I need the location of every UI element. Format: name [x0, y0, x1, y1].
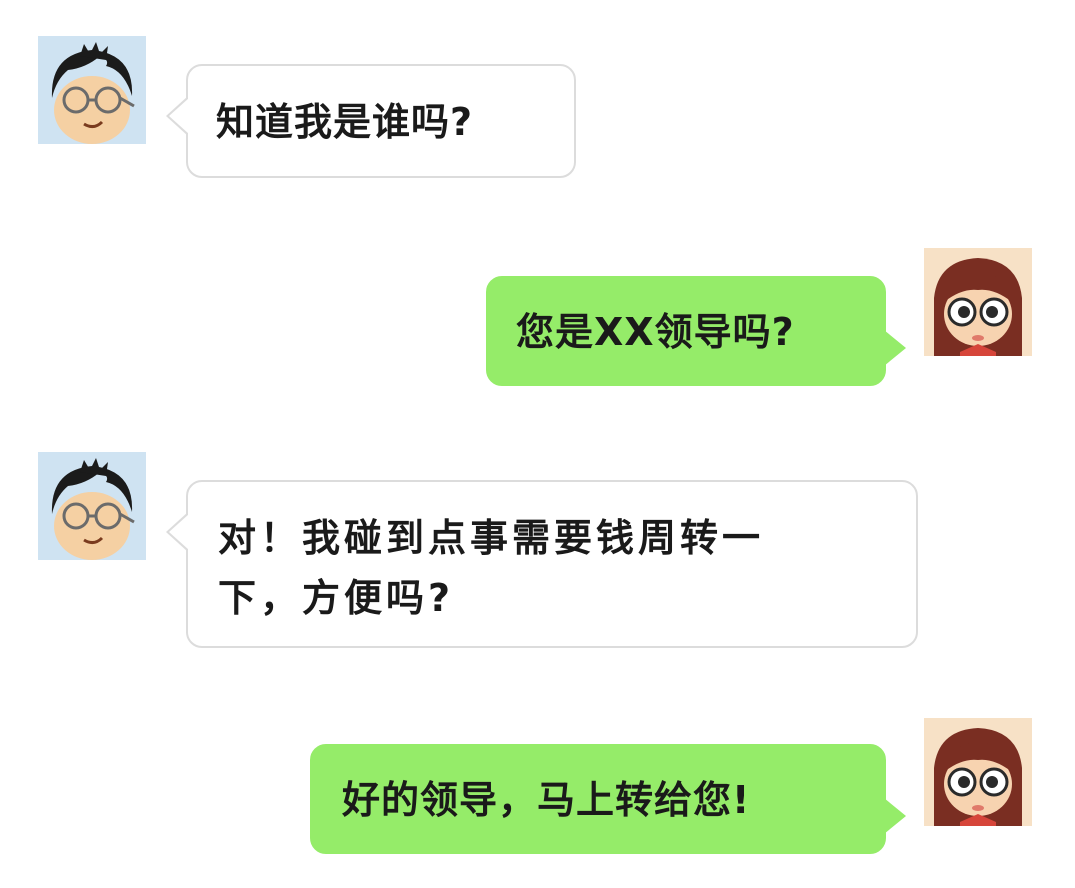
male-avatar[interactable]	[38, 36, 146, 144]
incoming-message-bubble[interactable]: 对！我碰到点事需要钱周转一 下，方便吗?	[166, 480, 918, 648]
female-avatar[interactable]	[924, 718, 1032, 826]
cartoon-girl-with-glasses-icon	[924, 248, 1032, 356]
message-text: 好的领导，马上转给您!	[342, 778, 751, 822]
cartoon-boy-with-glasses-icon	[38, 36, 146, 144]
incoming-message-bubble[interactable]: 知道我是谁吗?	[166, 64, 576, 178]
outgoing-message-bubble[interactable]: 您是XX领导吗?	[486, 276, 906, 386]
message-text: 对！我碰到点事需要钱周转一 下，方便吗?	[218, 516, 765, 620]
female-avatar[interactable]	[924, 248, 1032, 356]
cartoon-boy-with-glasses-icon	[38, 452, 146, 560]
outgoing-message-bubble[interactable]: 好的领导，马上转给您!	[310, 744, 906, 854]
male-avatar[interactable]	[38, 452, 146, 560]
message-text: 知道我是谁吗?	[216, 100, 474, 144]
cartoon-girl-with-glasses-icon	[924, 718, 1032, 826]
message-text: 您是XX领导吗?	[516, 310, 795, 354]
